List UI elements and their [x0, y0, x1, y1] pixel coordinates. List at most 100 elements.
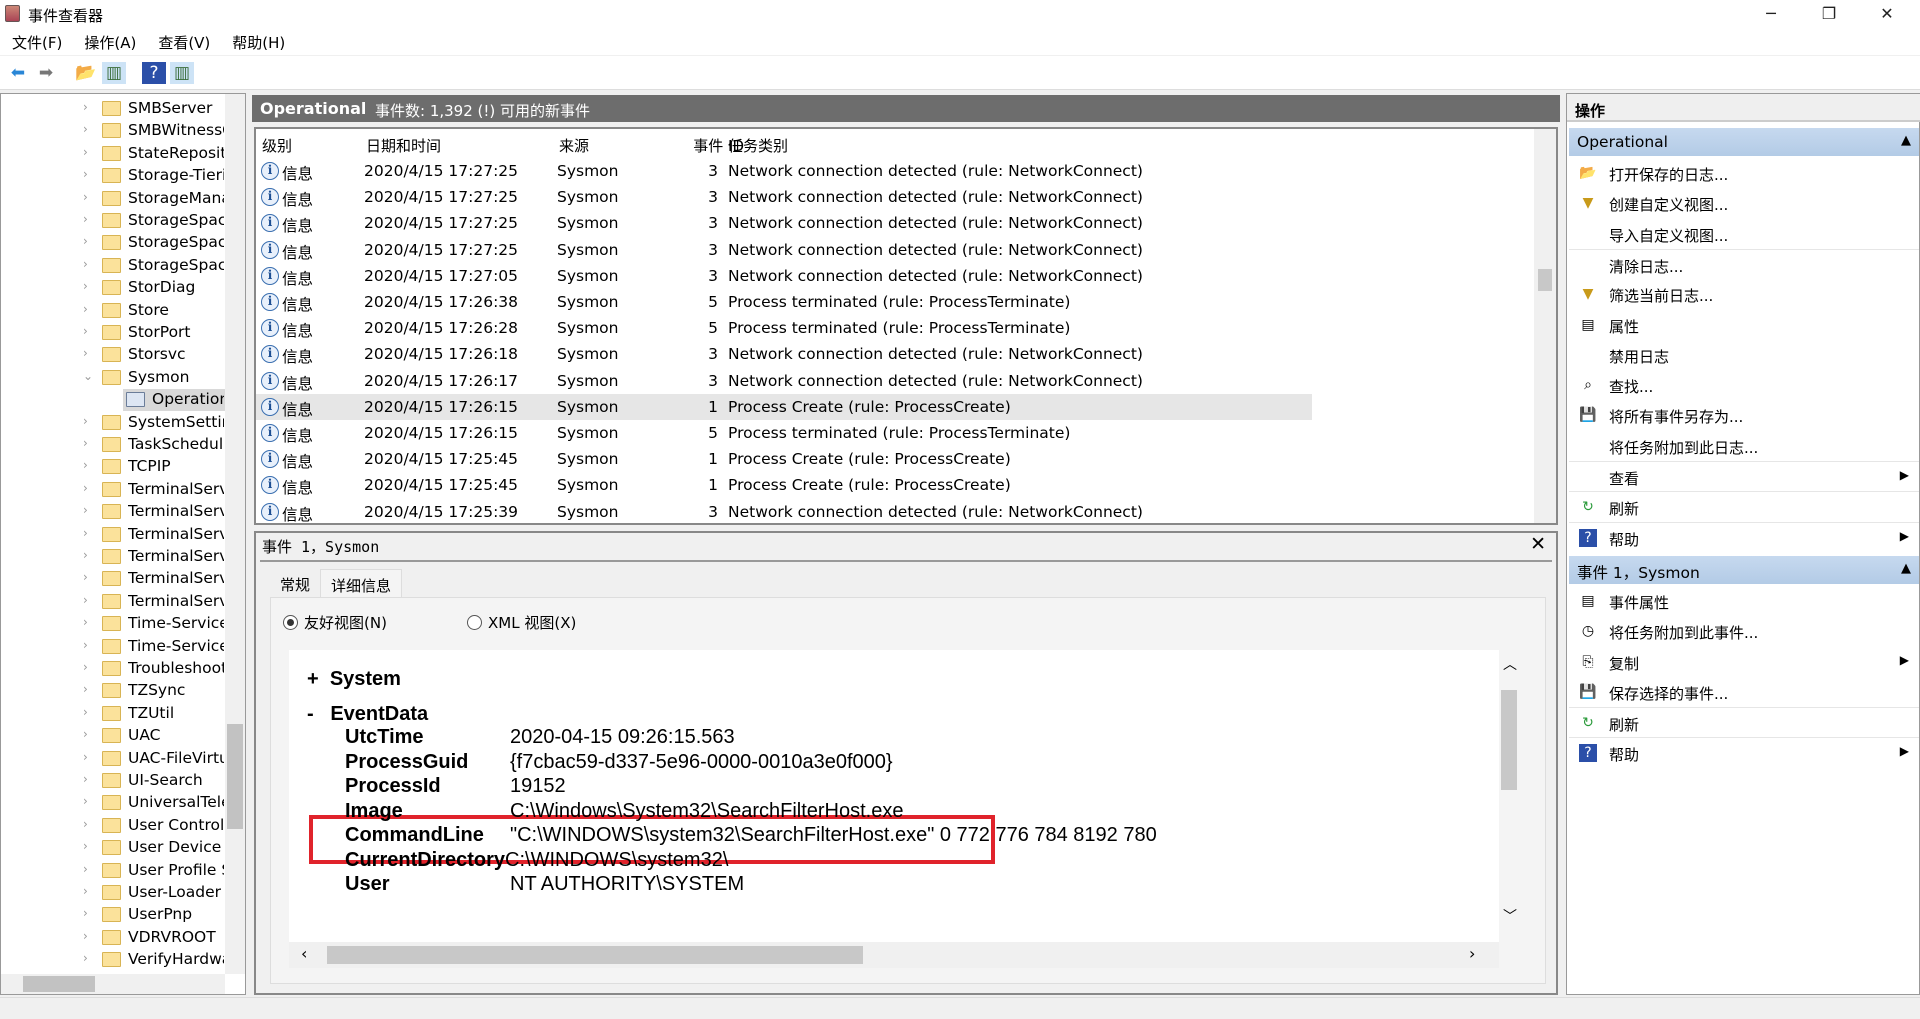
chevron-right-icon[interactable]: › [83, 615, 88, 629]
open-folder-icon[interactable]: 📂 [74, 62, 98, 84]
tree-item[interactable]: › User Control F [1, 815, 225, 837]
tree-item[interactable]: › TCPIP [1, 456, 225, 478]
chevron-right-icon[interactable]: › [83, 190, 88, 204]
menu-help[interactable]: 帮助(H) [220, 28, 295, 53]
action-item[interactable]: ▤ 属性 [1569, 310, 1919, 340]
chevron-right-icon[interactable]: › [83, 122, 88, 136]
chevron-right-icon[interactable]: › [83, 257, 88, 271]
tree-item[interactable]: ⌄ Sysmon [1, 367, 225, 389]
chevron-right-icon[interactable]: › [83, 458, 88, 472]
chevron-right-icon[interactable]: › [83, 570, 88, 584]
event-row[interactable]: i 信息 2020/4/15 17:26:17 Sysmon 3 Network conn… [256, 368, 1312, 394]
scroll-thumb[interactable] [227, 724, 243, 829]
event-row[interactable]: i 信息 2020/4/15 17:27:25 Sysmon 3 Network conn… [256, 158, 1312, 184]
event-row[interactable]: i 信息 2020/4/15 17:26:15 Sysmon 1 Process Crea… [256, 393, 1312, 420]
scroll-right-icon[interactable]: › [1469, 944, 1475, 963]
action-item[interactable]: ▤ 事件属性 [1569, 586, 1919, 616]
action-item[interactable]: ▼ 筛选当前日志... [1569, 279, 1919, 309]
action-item[interactable]: ? 帮助 ▶ [1569, 737, 1919, 767]
chevron-right-icon[interactable]: › [83, 839, 88, 853]
maximize-button[interactable]: ❐ [1800, 0, 1858, 28]
tree-item[interactable]: › TZUtil [1, 703, 225, 725]
tree-item[interactable]: › User Profile Se [1, 860, 225, 882]
collapse-up-icon[interactable]: ▲ [1901, 561, 1911, 576]
detail-close-button[interactable]: ✕ [1530, 533, 1546, 555]
tree-item[interactable]: › User-Loader [1, 882, 225, 904]
tab-details[interactable]: 详细信息 [320, 569, 403, 597]
forward-arrow-icon[interactable]: ➡ [34, 62, 58, 84]
chevron-right-icon[interactable]: › [83, 100, 88, 114]
tree-item[interactable]: › TerminalServi [1, 591, 225, 613]
scroll-thumb[interactable] [23, 976, 95, 992]
chevron-right-icon[interactable]: › [83, 302, 88, 316]
tree-item[interactable]: › TZSync [1, 680, 225, 702]
tab-general[interactable]: 常规 [270, 569, 320, 597]
tree-item[interactable]: › UI-Search [1, 770, 225, 792]
chevron-right-icon[interactable]: › [83, 929, 88, 943]
chevron-right-icon[interactable]: › [83, 951, 88, 965]
tree-item[interactable]: › VerifyHardwar [1, 949, 225, 971]
column-datetime[interactable]: 日期和时间 [366, 135, 441, 156]
tree-item[interactable]: › Time-Service [1, 613, 225, 635]
chevron-right-icon[interactable]: › [83, 481, 88, 495]
action-item[interactable]: ↻ 刷新 [1569, 707, 1919, 737]
chevron-right-icon[interactable]: › [83, 772, 88, 786]
tree-item[interactable]: › TerminalServi [1, 568, 225, 590]
system-node[interactable]: + System [307, 668, 401, 691]
action-item[interactable]: 查看 ▶ [1569, 461, 1919, 491]
content-vertical-scrollbar[interactable]: ︿ ﹀ [1497, 650, 1523, 942]
show-hide-action-pane-icon[interactable]: ▥ [170, 62, 194, 84]
tree-item[interactable]: › StorPort [1, 322, 225, 344]
tree-item[interactable]: › Store [1, 300, 225, 322]
chevron-right-icon[interactable]: › [83, 436, 88, 450]
event-row[interactable]: i 信息 2020/4/15 17:25:39 Sysmon 3 Network conn… [256, 499, 1312, 523]
tree-item[interactable]: › Storage-Tierir [1, 165, 225, 187]
chevron-down-icon[interactable]: ⌄ [83, 369, 93, 383]
tree-item[interactable]: › Troubleshooti [1, 658, 225, 680]
tree-item[interactable]: › TerminalServi [1, 501, 225, 523]
event-row[interactable]: i 信息 2020/4/15 17:25:45 Sysmon 1 Process Crea… [256, 446, 1312, 472]
tree-item[interactable]: › TerminalServi [1, 546, 225, 568]
scroll-thumb[interactable] [327, 946, 863, 964]
tree-item[interactable]: › StorDiag [1, 277, 225, 299]
chevron-right-icon[interactable]: › [83, 279, 88, 293]
chevron-right-icon[interactable]: › [83, 593, 88, 607]
tree-item[interactable]: › StorageSpace [1, 210, 225, 232]
chevron-right-icon[interactable]: › [83, 503, 88, 517]
event-row[interactable]: i 信息 2020/4/15 17:27:25 Sysmon 3 Network conn… [256, 210, 1312, 236]
column-source[interactable]: 来源 [559, 135, 589, 156]
chevron-right-icon[interactable]: › [83, 884, 88, 898]
scroll-left-icon[interactable]: ‹ [301, 944, 307, 963]
action-item[interactable]: 清除日志... [1569, 248, 1919, 279]
scroll-up-icon[interactable]: ︿ [1503, 654, 1517, 674]
column-level[interactable]: 级别 [262, 135, 292, 156]
action-group-header[interactable]: Operational ▲ [1569, 128, 1919, 156]
column-task-category[interactable]: 任务类别 [728, 135, 788, 156]
tree-item[interactable]: › SMBServer [1, 98, 225, 120]
chevron-right-icon[interactable]: › [83, 906, 88, 920]
action-item[interactable]: ⎘ 复制 ▶ [1569, 647, 1919, 677]
action-item[interactable]: 禁用日志 [1569, 340, 1919, 370]
chevron-right-icon[interactable]: › [83, 324, 88, 338]
tree-item[interactable]: › Storsvc [1, 344, 225, 366]
chevron-right-icon[interactable]: › [83, 862, 88, 876]
expand-toggle[interactable]: + [307, 668, 319, 690]
eventdata-node[interactable]: - EventData [307, 703, 428, 726]
action-group-header[interactable]: 事件 1，Sysmon ▲ [1569, 555, 1919, 584]
chevron-right-icon[interactable]: › [83, 526, 88, 540]
event-row[interactable]: i 信息 2020/4/15 17:27:25 Sysmon 3 Network conn… [256, 237, 1312, 263]
action-item[interactable]: 💾 将所有事件另存为... [1569, 400, 1919, 430]
chevron-right-icon[interactable]: › [83, 145, 88, 159]
tree-item[interactable]: › Time-Service- [1, 636, 225, 658]
friendly-view-radio[interactable]: 友好视图(N) [283, 612, 387, 633]
event-row[interactable]: i 信息 2020/4/15 17:27:05 Sysmon 3 Network conn… [256, 263, 1312, 289]
event-row[interactable]: i 信息 2020/4/15 17:27:25 Sysmon 3 Network conn… [256, 184, 1312, 210]
event-row[interactable]: i 信息 2020/4/15 17:25:45 Sysmon 1 Process Crea… [256, 472, 1312, 498]
close-button[interactable]: ✕ [1858, 0, 1916, 28]
chevron-right-icon[interactable]: › [83, 414, 88, 428]
chevron-right-icon[interactable]: › [83, 638, 88, 652]
tree-horizontal-scrollbar[interactable] [1, 974, 225, 994]
chevron-right-icon[interactable]: › [83, 167, 88, 181]
tree-vertical-scrollbar[interactable] [225, 94, 245, 974]
chevron-right-icon[interactable]: › [83, 817, 88, 831]
